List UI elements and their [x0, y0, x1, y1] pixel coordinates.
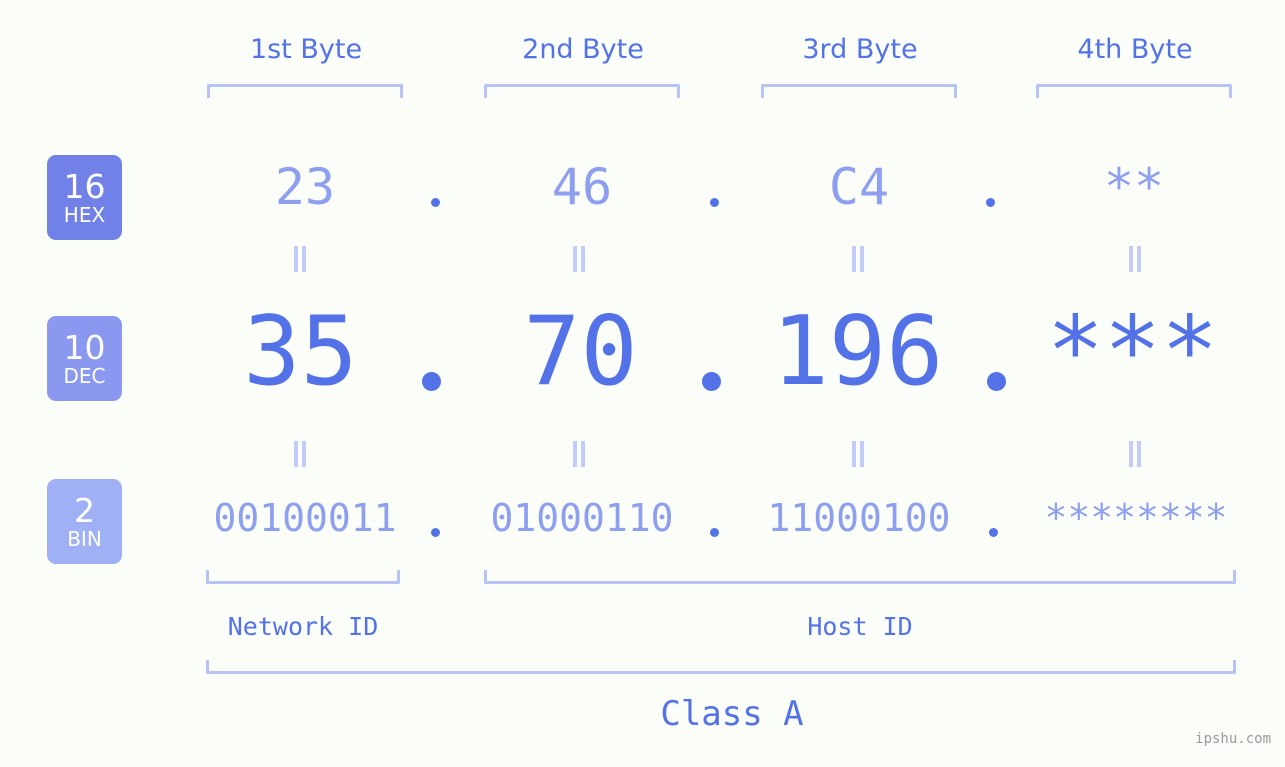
- byte-header-3: 3rd Byte: [802, 34, 918, 65]
- network-id-label: Network ID: [227, 612, 379, 641]
- host-id-label: Host ID: [807, 612, 913, 641]
- equals-connector-hex-dec-3: [851, 246, 865, 272]
- hex-separator-dot-2: [710, 198, 719, 207]
- equals-connector-dec-bin-4: [1128, 441, 1142, 467]
- byte-header-4: 4th Byte: [1077, 34, 1193, 65]
- base-badge-bin-label: BIN: [67, 527, 102, 551]
- base-badge-dec-label: DEC: [63, 364, 106, 388]
- base-badge-dec: 10 DEC: [47, 316, 122, 401]
- base-badge-hex-label: HEX: [63, 203, 106, 227]
- dec-byte-2: 70: [523, 297, 638, 407]
- bin-byte-2: 01000110: [490, 496, 674, 540]
- network-id-bracket: [206, 570, 400, 584]
- equals-connector-hex-dec-2: [572, 246, 586, 272]
- hex-byte-1: 23: [274, 158, 336, 216]
- byte-header-1: 1st Byte: [249, 34, 363, 65]
- byte-bracket-3: [761, 84, 957, 98]
- dec-byte-3: 196: [771, 297, 944, 407]
- ip-address-breakdown-diagram: 1st Byte 2nd Byte 3rd Byte 4th Byte 16 H…: [0, 0, 1285, 767]
- equals-connector-dec-bin-3: [851, 441, 865, 467]
- dec-separator-dot-3: [987, 372, 1006, 391]
- watermark: ipshu.com: [1195, 731, 1271, 747]
- bin-byte-3: 11000100: [767, 496, 951, 540]
- byte-bracket-1: [207, 84, 403, 98]
- base-badge-bin: 2 BIN: [47, 479, 122, 564]
- byte-bracket-4: [1036, 84, 1232, 98]
- base-badge-bin-number: 2: [74, 491, 95, 530]
- bin-byte-4: ********: [1044, 496, 1228, 540]
- equals-connector-hex-dec-4: [1128, 246, 1142, 272]
- dec-byte-1: 35: [243, 297, 358, 407]
- hex-byte-4: **: [1103, 158, 1165, 216]
- bin-separator-dot-2: [710, 528, 719, 537]
- class-bracket: [206, 660, 1236, 674]
- host-id-bracket: [484, 570, 1236, 584]
- hex-byte-2: 46: [551, 158, 613, 216]
- equals-connector-hex-dec-1: [293, 246, 307, 272]
- byte-bracket-2: [484, 84, 680, 98]
- bin-separator-dot-1: [431, 528, 440, 537]
- base-badge-hex: 16 HEX: [47, 155, 122, 240]
- bin-separator-dot-3: [989, 528, 998, 537]
- base-badge-hex-number: 16: [63, 167, 106, 206]
- bin-byte-1: 00100011: [213, 496, 397, 540]
- hex-byte-3: C4: [828, 158, 890, 216]
- hex-separator-dot-3: [986, 198, 995, 207]
- class-label: Class A: [660, 694, 804, 734]
- base-badge-dec-number: 10: [63, 328, 106, 367]
- equals-connector-dec-bin-1: [293, 441, 307, 467]
- dec-byte-4: ***: [1046, 297, 1219, 407]
- dec-separator-dot-1: [422, 372, 441, 391]
- hex-separator-dot-1: [431, 198, 440, 207]
- equals-connector-dec-bin-2: [572, 441, 586, 467]
- dec-separator-dot-2: [702, 372, 721, 391]
- byte-header-2: 2nd Byte: [522, 34, 644, 65]
